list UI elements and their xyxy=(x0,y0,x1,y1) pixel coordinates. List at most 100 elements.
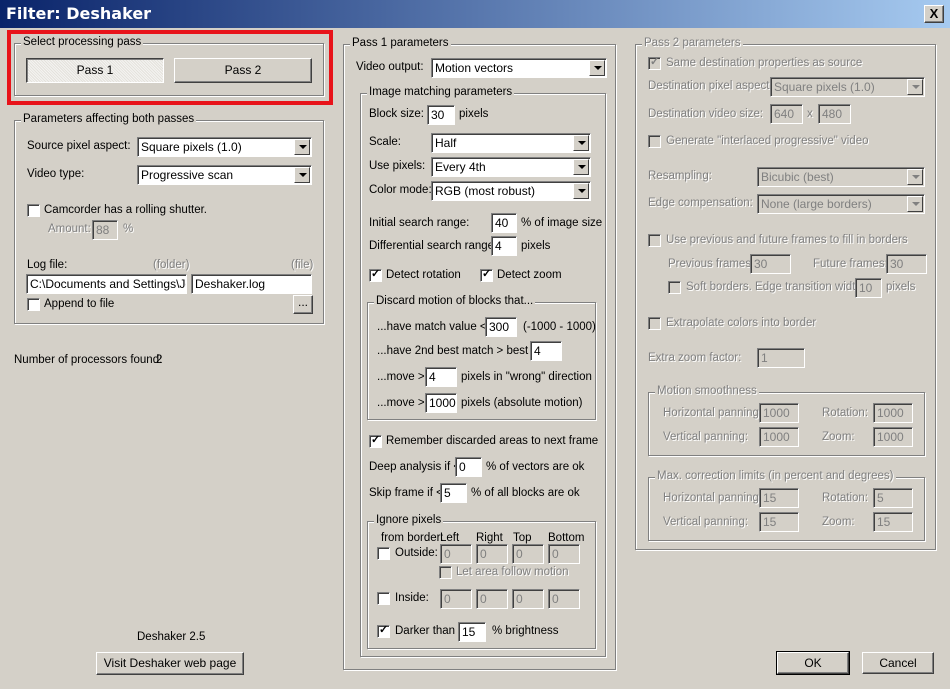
move-abs-input[interactable]: 1000 xyxy=(425,393,457,413)
video-type-select[interactable]: Progressive scan xyxy=(137,165,312,185)
skip-frame-label: Skip frame if < xyxy=(369,487,443,499)
limit-zoom-label: Zoom: xyxy=(822,516,855,528)
future-frames-input[interactable]: 30 xyxy=(886,254,927,274)
outside-bottom-input[interactable]: 0 xyxy=(548,544,580,564)
second-best-label: ...have 2nd best match > best - xyxy=(377,345,536,357)
extra-zoom-input[interactable]: 1 xyxy=(757,348,805,368)
smooth-hpan-input[interactable]: 1000 xyxy=(759,403,799,423)
skip-frame-input[interactable]: 5 xyxy=(440,483,467,503)
detect-rotation-checkbox[interactable]: ✓ xyxy=(369,268,382,282)
from-border-label: from border: xyxy=(381,532,444,544)
dest-height-input[interactable]: 480 xyxy=(818,104,851,124)
soft-borders-label: Soft borders. Edge transition width: xyxy=(686,281,865,293)
rolling-shutter-label: Camcorder has a rolling shutter. xyxy=(44,204,207,216)
limit-hpan-input[interactable]: 15 xyxy=(759,488,799,508)
append-checkbox[interactable] xyxy=(27,298,40,311)
skip-frame-unit: % of all blocks are ok xyxy=(471,487,580,499)
follow-motion-checkbox[interactable] xyxy=(439,566,452,579)
outside-top-input[interactable]: 0 xyxy=(512,544,544,564)
title-bar: Filter: Deshaker X xyxy=(0,0,950,28)
image-matching-group-title: Image matching parameters xyxy=(367,86,515,98)
close-button[interactable]: X xyxy=(924,5,944,23)
video-output-value: Motion vectors xyxy=(435,61,514,75)
prev-future-checkbox[interactable] xyxy=(648,234,661,247)
soft-borders-input[interactable]: 10 xyxy=(855,278,882,298)
append-label: Append to file xyxy=(44,298,115,310)
prev-frames-input[interactable]: 30 xyxy=(750,254,791,274)
visit-web-page-button[interactable]: Visit Deshaker web page xyxy=(96,652,244,675)
move-wrong-input[interactable]: 4 xyxy=(425,367,457,387)
remember-checkbox[interactable]: ✓ xyxy=(369,434,382,448)
smooth-vpan-input[interactable]: 1000 xyxy=(759,427,799,447)
deep-analysis-label: Deep analysis if < xyxy=(369,461,461,473)
chevron-down-icon xyxy=(907,196,923,212)
version-label: Deshaker 2.5 xyxy=(137,631,206,643)
use-pixels-select[interactable]: Every 4th xyxy=(431,157,591,177)
amount-label: Amount: xyxy=(48,223,91,235)
prev-frames-label: Previous frames: xyxy=(668,258,755,270)
inside-top-input[interactable]: 0 xyxy=(512,589,544,609)
outside-left-input[interactable]: 0 xyxy=(440,544,472,564)
check-icon: ✓ xyxy=(379,624,389,636)
dest-width-input[interactable]: 640 xyxy=(770,104,803,124)
source-pixel-aspect-select[interactable]: Square pixels (1.0) xyxy=(137,137,312,157)
darker-than-checkbox[interactable]: ✓ xyxy=(377,624,390,638)
initial-range-input[interactable]: 40 xyxy=(491,213,517,233)
outside-right-input[interactable]: 0 xyxy=(476,544,508,564)
outside-label: Outside: xyxy=(395,547,438,559)
smooth-zoom-input[interactable]: 1000 xyxy=(873,427,913,447)
amount-input[interactable]: 88 xyxy=(92,220,118,240)
dest-aspect-label: Destination pixel aspect: xyxy=(648,80,773,92)
block-size-input[interactable]: 30 xyxy=(427,105,455,125)
scale-label: Scale: xyxy=(369,136,401,148)
deep-analysis-input[interactable]: 0 xyxy=(455,457,482,477)
soft-borders-checkbox[interactable] xyxy=(668,281,681,294)
correction-limits-group-title: Max. correction limits (in percent and d… xyxy=(655,470,896,482)
second-best-input[interactable]: 4 xyxy=(530,341,562,361)
dest-size-label: Destination video size: xyxy=(648,108,764,120)
processors-label: Number of processors found: xyxy=(14,354,163,366)
color-mode-select[interactable]: RGB (most robust) xyxy=(431,181,591,201)
extrapolate-checkbox[interactable] xyxy=(648,317,661,330)
ok-button[interactable]: OK xyxy=(776,651,850,675)
match-value-input[interactable]: 300 xyxy=(485,317,517,337)
both-passes-group-title: Parameters affecting both passes xyxy=(21,113,197,125)
edge-comp-select[interactable]: None (large borders) xyxy=(757,194,925,214)
outside-checkbox[interactable] xyxy=(377,547,390,560)
cancel-button[interactable]: Cancel xyxy=(862,652,934,674)
limit-rotation-input[interactable]: 5 xyxy=(873,488,913,508)
window-title: Filter: Deshaker xyxy=(6,4,152,23)
darker-than-input[interactable]: 15 xyxy=(458,622,486,642)
video-output-select[interactable]: Motion vectors xyxy=(431,58,607,78)
inside-bottom-input[interactable]: 0 xyxy=(548,589,580,609)
dest-aspect-value: Square pixels (1.0) xyxy=(774,80,875,94)
resampling-select[interactable]: Bicubic (best) xyxy=(757,167,925,187)
diff-range-unit: pixels xyxy=(521,240,551,252)
source-pixel-aspect-value: Square pixels (1.0) xyxy=(141,140,242,154)
diff-range-input[interactable]: 4 xyxy=(491,236,517,256)
dest-aspect-select[interactable]: Square pixels (1.0) xyxy=(770,77,925,97)
limit-vpan-input[interactable]: 15 xyxy=(759,512,799,532)
inside-checkbox[interactable] xyxy=(377,592,390,605)
interlaced-checkbox[interactable] xyxy=(648,135,661,148)
motion-smoothness-group-title: Motion smoothness xyxy=(655,385,759,397)
detect-zoom-checkbox[interactable]: ✓ xyxy=(480,268,493,282)
rolling-shutter-checkbox[interactable] xyxy=(27,204,40,217)
log-file-input[interactable]: Deshaker.log xyxy=(191,274,312,294)
move-abs-label: ...move > xyxy=(377,397,425,409)
col-right-label: Right xyxy=(476,532,503,544)
smooth-rotation-input[interactable]: 1000 xyxy=(873,403,913,423)
inside-left-input[interactable]: 0 xyxy=(440,589,472,609)
deep-analysis-unit: % of vectors are ok xyxy=(486,461,585,473)
dest-size-x: x xyxy=(807,108,813,120)
log-folder-input[interactable]: C:\Documents and Settings\John xyxy=(26,274,187,294)
inside-right-input[interactable]: 0 xyxy=(476,589,508,609)
chevron-down-icon xyxy=(573,183,589,199)
browse-button[interactable]: ... xyxy=(293,295,313,314)
check-icon: ✓ xyxy=(650,56,660,68)
same-dest-checkbox[interactable]: ✓ xyxy=(648,56,661,70)
scale-select[interactable]: Half xyxy=(431,133,591,153)
block-size-label: Block size: xyxy=(369,108,424,120)
check-icon: ✓ xyxy=(482,268,492,280)
limit-zoom-input[interactable]: 15 xyxy=(873,512,913,532)
